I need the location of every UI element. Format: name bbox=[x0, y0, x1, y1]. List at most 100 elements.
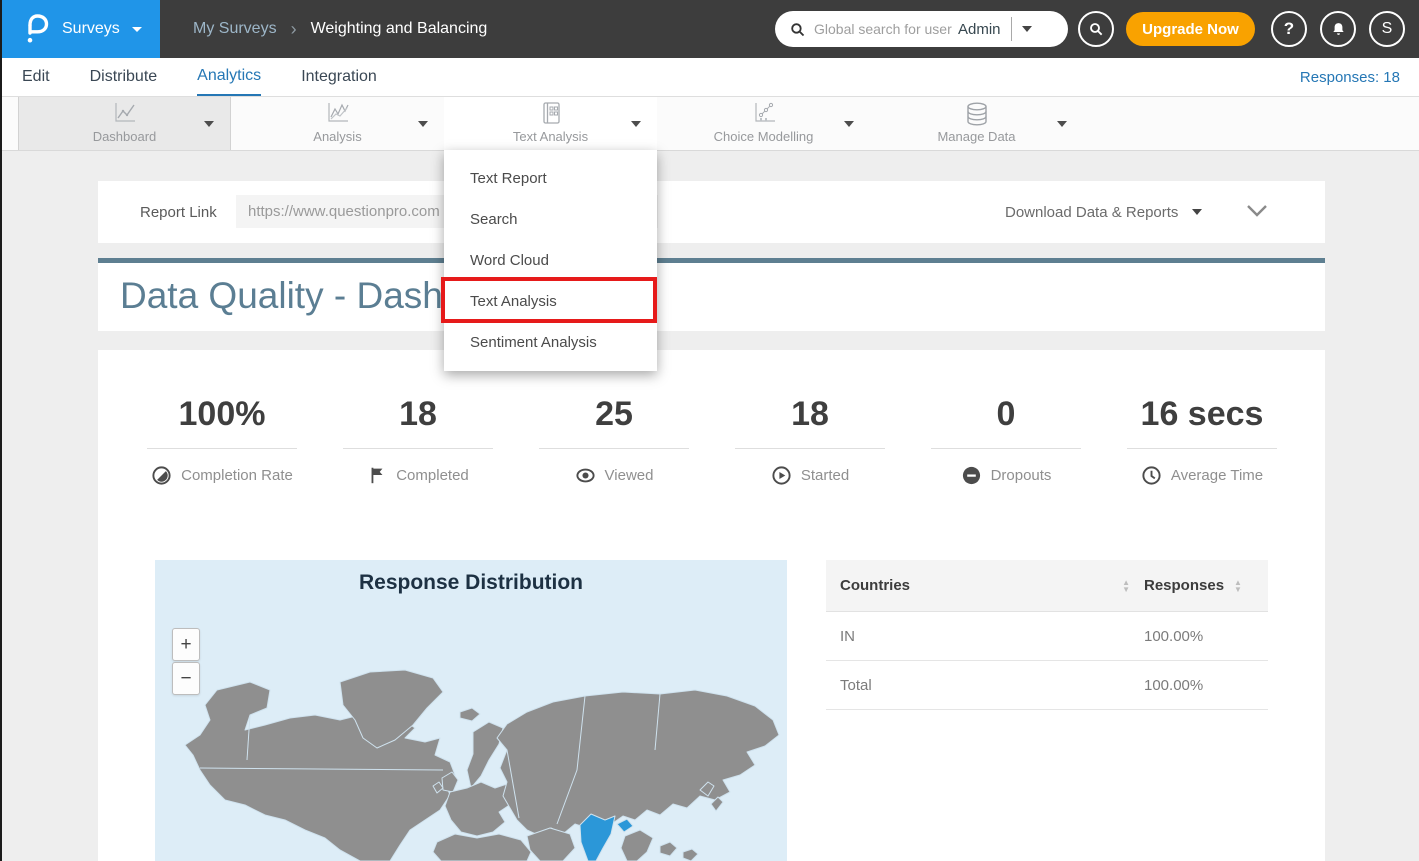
scatter-chart-icon bbox=[751, 101, 777, 125]
divider bbox=[343, 448, 493, 449]
menu-item-text-analysis[interactable]: Text Analysis bbox=[444, 281, 657, 322]
table-header-row: Countries ▲▼ Responses ▲▼ bbox=[826, 560, 1268, 612]
breadcrumb-separator: › bbox=[291, 19, 297, 40]
page-title: Data Quality - Dash bbox=[120, 263, 1325, 329]
stat-viewed: 25 Viewed bbox=[514, 395, 714, 486]
toolbar-tab-dashboard[interactable]: Dashboard bbox=[18, 97, 231, 150]
toolbar-tab-text-analysis[interactable]: Text Analysis bbox=[444, 97, 657, 150]
clock-icon bbox=[1141, 465, 1162, 486]
column-header-countries[interactable]: Countries bbox=[840, 577, 910, 594]
line-chart-icon bbox=[112, 101, 138, 125]
chevron-down-icon bbox=[132, 27, 142, 32]
download-data-reports-menu[interactable]: Download Data & Reports bbox=[1005, 181, 1178, 243]
menu-item-search[interactable]: Search bbox=[444, 199, 657, 240]
breadcrumb-my-surveys[interactable]: My Surveys bbox=[193, 20, 277, 38]
stat-completion-rate: 100% Completion Rate bbox=[122, 395, 322, 486]
divider bbox=[931, 448, 1081, 449]
column-header-responses[interactable]: Responses bbox=[1144, 577, 1224, 594]
toolbar-tab-label: Dashboard bbox=[19, 129, 230, 144]
map-title: Response Distribution bbox=[155, 560, 787, 595]
menu-item-text-report[interactable]: Text Report bbox=[444, 158, 657, 199]
toolbar-tab-choice-modelling[interactable]: Choice Modelling bbox=[657, 97, 870, 150]
stat-label: Viewed bbox=[605, 467, 654, 484]
report-link-label: Report Link bbox=[140, 181, 217, 243]
stat-completed: 18 Completed bbox=[318, 395, 518, 485]
toolbar-tab-analysis[interactable]: Analysis bbox=[231, 97, 444, 150]
tab-distribute[interactable]: Distribute bbox=[90, 58, 158, 96]
avatar[interactable]: S bbox=[1369, 11, 1405, 47]
survey-nav: Edit Distribute Analytics Integration Re… bbox=[0, 58, 1419, 97]
database-icon bbox=[964, 101, 990, 127]
map-iceland bbox=[460, 708, 480, 721]
search-scope-label[interactable]: Admin bbox=[958, 21, 1001, 38]
global-search-input[interactable] bbox=[814, 21, 956, 37]
upgrade-now-button[interactable]: Upgrade Now bbox=[1126, 12, 1255, 46]
responses-count: Responses: 18 bbox=[1300, 58, 1400, 97]
page-title-panel: Data Quality - Dash bbox=[98, 258, 1325, 331]
stat-dropouts: 0 Dropouts bbox=[906, 395, 1106, 486]
bell-icon bbox=[1330, 21, 1347, 38]
search-button[interactable] bbox=[1078, 11, 1114, 47]
breadcrumb: My Surveys › Weighting and Balancing bbox=[193, 0, 487, 58]
surveys-menu[interactable]: Surveys bbox=[0, 0, 160, 58]
chevron-down-icon[interactable] bbox=[1192, 209, 1202, 215]
chevron-down-icon[interactable] bbox=[844, 121, 854, 127]
table-row: Total 100.00% bbox=[826, 661, 1268, 710]
divider bbox=[735, 448, 885, 449]
toolbar-tab-label: Analysis bbox=[231, 129, 444, 144]
dashboard-panel: 100% Completion Rate 18 Completed bbox=[98, 350, 1325, 861]
chevron-down-icon[interactable] bbox=[418, 121, 428, 127]
stat-value: 0 bbox=[906, 395, 1106, 434]
stat-average-time: 16 secs Average Time bbox=[1102, 395, 1302, 486]
search-scope-dropdown-icon[interactable] bbox=[1022, 26, 1032, 32]
map-asia bbox=[497, 690, 779, 836]
flag-icon bbox=[367, 465, 387, 485]
responses-value: 100.00% bbox=[1144, 628, 1203, 645]
map-scandinavia bbox=[467, 722, 503, 788]
notifications-button[interactable] bbox=[1320, 11, 1356, 47]
chevron-down-icon[interactable] bbox=[204, 121, 214, 127]
response-distribution-map: Response Distribution + − bbox=[155, 560, 787, 861]
stat-started: 18 Started bbox=[710, 395, 910, 486]
stat-value: 18 bbox=[710, 395, 910, 434]
chevron-down-icon[interactable] bbox=[1057, 121, 1067, 127]
stat-value: 100% bbox=[122, 395, 322, 434]
sort-icon[interactable]: ▲▼ bbox=[1234, 579, 1242, 593]
map-india-northeast bbox=[617, 819, 633, 832]
world-map[interactable] bbox=[155, 620, 787, 861]
help-button[interactable]: ? bbox=[1271, 11, 1307, 47]
collapse-chevron-icon[interactable] bbox=[1245, 203, 1269, 219]
eye-icon bbox=[575, 465, 596, 486]
stat-label: Completion Rate bbox=[181, 467, 293, 484]
country-code: IN bbox=[840, 628, 855, 645]
toolbar-tab-label: Manage Data bbox=[870, 129, 1083, 144]
menu-item-sentiment-analysis[interactable]: Sentiment Analysis bbox=[444, 322, 657, 363]
chevron-down-icon[interactable] bbox=[631, 121, 641, 127]
global-search[interactable]: Admin bbox=[775, 11, 1068, 47]
stat-label: Dropouts bbox=[991, 467, 1052, 484]
stat-label: Average Time bbox=[1171, 467, 1263, 484]
menu-item-word-cloud[interactable]: Word Cloud bbox=[444, 240, 657, 281]
questionpro-logo-icon bbox=[24, 13, 50, 45]
divider bbox=[1011, 17, 1012, 41]
sort-icon[interactable]: ▲▼ bbox=[1122, 579, 1130, 593]
top-header: Surveys My Surveys › Weighting and Balan… bbox=[0, 0, 1419, 58]
stat-value: 25 bbox=[514, 395, 714, 434]
responses-total-value: 100.00% bbox=[1144, 677, 1203, 694]
breadcrumb-survey-name: Weighting and Balancing bbox=[311, 20, 488, 38]
tab-edit[interactable]: Edit bbox=[22, 58, 50, 96]
tab-integration[interactable]: Integration bbox=[301, 58, 377, 96]
half-circle-icon bbox=[151, 465, 172, 486]
divider bbox=[147, 448, 297, 449]
toolbar-tab-manage-data[interactable]: Manage Data bbox=[870, 97, 1083, 150]
map-island bbox=[660, 842, 677, 856]
stat-label: Started bbox=[801, 467, 849, 484]
stat-label: Completed bbox=[396, 467, 469, 484]
text-document-icon bbox=[539, 101, 563, 125]
search-icon bbox=[1088, 21, 1104, 37]
tab-analytics[interactable]: Analytics bbox=[197, 58, 261, 96]
map-southeast-asia bbox=[621, 830, 653, 861]
search-icon bbox=[789, 21, 806, 38]
surveys-label: Surveys bbox=[62, 20, 120, 38]
app-screen: Surveys My Surveys › Weighting and Balan… bbox=[0, 0, 1419, 861]
